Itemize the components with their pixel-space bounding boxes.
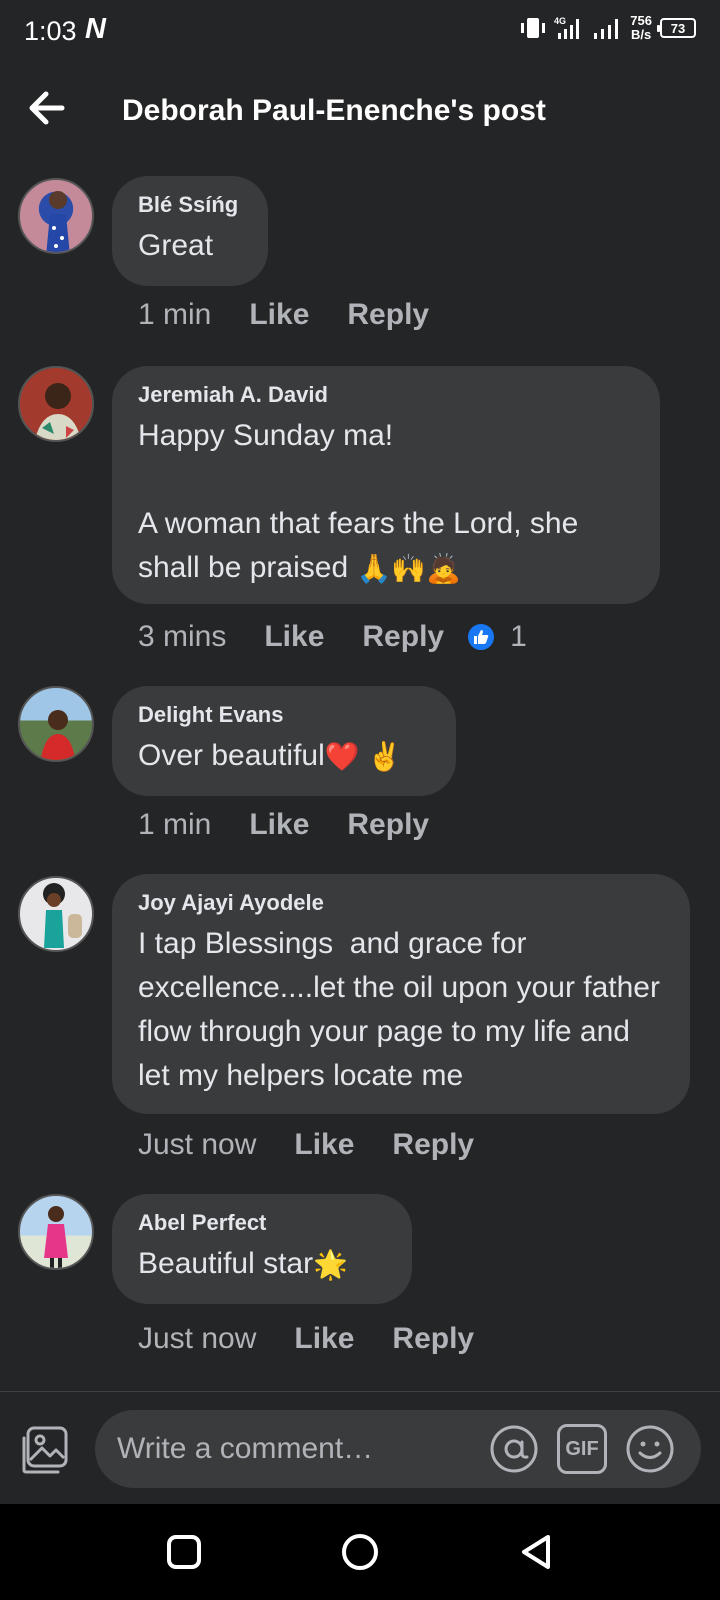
avatar[interactable]: [18, 1194, 94, 1270]
comment-actions: Just now Like Reply: [138, 1322, 512, 1356]
network-speed: 756 B/s: [630, 14, 652, 42]
speed-unit: B/s: [631, 27, 652, 42]
avatar[interactable]: [18, 876, 94, 952]
comment-bubble[interactable]: Jeremiah A. David Happy Sunday ma! A wom…: [112, 366, 660, 604]
avatar[interactable]: [18, 178, 94, 254]
home-icon[interactable]: [340, 1532, 380, 1572]
like-button[interactable]: Like: [249, 808, 309, 842]
recent-apps-icon[interactable]: [164, 1532, 204, 1572]
signal-icon: [594, 19, 619, 39]
heart-victory-emoji: ❤️ ✌️: [324, 741, 403, 773]
comment-actions: Just now Like Reply: [138, 1128, 512, 1162]
composer-divider: [0, 1391, 720, 1392]
comment-actions: 1 min Like Reply: [138, 298, 467, 332]
reaction-count[interactable]: 1: [510, 620, 527, 654]
comment-author[interactable]: Blé Ssíńg: [138, 192, 242, 218]
gif-label: GIF: [565, 1437, 599, 1460]
smiley-icon[interactable]: [625, 1424, 675, 1474]
comment-text: Beautiful star🌟: [138, 1242, 386, 1287]
comment-bubble[interactable]: Delight Evans Over beautiful❤️ ✌️: [112, 686, 456, 796]
comment-author[interactable]: Abel Perfect: [138, 1210, 386, 1236]
comment-actions: 3 mins Like Reply 1: [138, 620, 527, 654]
comment-bubble[interactable]: Abel Perfect Beautiful star🌟: [112, 1194, 412, 1304]
like-button[interactable]: Like: [294, 1128, 354, 1162]
avatar[interactable]: [18, 366, 94, 442]
reply-button[interactable]: Reply: [362, 620, 444, 654]
reply-button[interactable]: Reply: [347, 808, 429, 842]
comment-bubble[interactable]: Blé Ssíńg Great: [112, 176, 268, 286]
comment-author[interactable]: Jeremiah A. David: [138, 382, 634, 408]
comment-time[interactable]: 1 min: [138, 298, 211, 332]
like-button[interactable]: Like: [264, 620, 324, 654]
gif-button[interactable]: GIF: [557, 1424, 607, 1474]
comment-bubble[interactable]: Joy Ajayi Ayodele I tap Blessings and gr…: [112, 874, 690, 1114]
thumbs-up-icon[interactable]: [466, 622, 497, 652]
comment-time[interactable]: Just now: [138, 1322, 256, 1356]
comment-text: Great: [138, 229, 214, 262]
arrow-left-icon[interactable]: [24, 88, 72, 128]
comment-author[interactable]: Delight Evans: [138, 702, 430, 728]
comment-author[interactable]: Joy Ajayi Ayodele: [138, 890, 664, 916]
reply-button[interactable]: Reply: [347, 298, 429, 332]
like-button[interactable]: Like: [294, 1322, 354, 1356]
battery-level: 73: [670, 20, 686, 36]
comment-text-content: Over beautiful: [138, 739, 325, 772]
at-sign-icon[interactable]: [489, 1424, 539, 1474]
glowing-star-emoji: 🌟: [313, 1249, 348, 1281]
comment-text: Over beautiful❤️ ✌️: [138, 734, 430, 779]
comment-time[interactable]: 1 min: [138, 808, 211, 842]
comment-time[interactable]: Just now: [138, 1128, 256, 1162]
reply-button[interactable]: Reply: [392, 1128, 474, 1162]
network-type-label: 4G: [554, 16, 566, 26]
status-time: 1:03: [24, 16, 77, 46]
comment-text: Happy Sunday ma! A woman that fears the …: [138, 414, 634, 591]
system-nav-bar: [0, 1504, 720, 1600]
avatar[interactable]: [18, 686, 94, 762]
comment-text: I tap Blessings and grace for excellence…: [138, 927, 669, 1092]
comment-input[interactable]: [117, 1410, 477, 1488]
status-bar: 1:03 N 4G 756 B/s 73: [0, 0, 720, 66]
status-icons: 4G 756 B/s 73: [520, 14, 696, 42]
back-nav-icon[interactable]: [516, 1532, 556, 1572]
signal-4g-icon: 4G: [554, 16, 580, 39]
vibrate-icon: [521, 18, 546, 38]
like-button[interactable]: Like: [249, 298, 309, 332]
comment-text-content: Beautiful star: [138, 1247, 314, 1280]
speed-value: 756: [630, 13, 652, 28]
reply-button[interactable]: Reply: [392, 1322, 474, 1356]
photo-icon[interactable]: [20, 1424, 72, 1476]
comment-composer: GIF: [95, 1410, 701, 1488]
network-badge: N: [85, 13, 106, 45]
page-title: Deborah Paul-Enenche's post: [122, 94, 546, 127]
battery-icon: 73: [657, 18, 696, 38]
app-header: Deborah Paul-Enenche's post: [0, 66, 720, 158]
comment-actions: 1 min Like Reply: [138, 808, 467, 842]
comment-time[interactable]: 3 mins: [138, 620, 226, 654]
praying-hands-emoji: 🙏🙌🙇: [356, 553, 462, 585]
